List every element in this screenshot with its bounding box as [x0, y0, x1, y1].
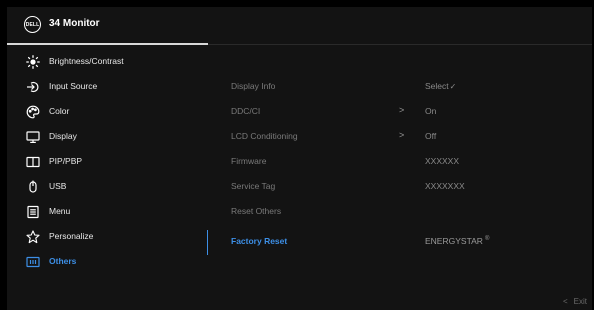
- nav-label: Color: [49, 106, 70, 116]
- color-icon: [26, 105, 40, 119]
- setting-label: Firmware: [231, 156, 267, 166]
- chevron-left-icon: <: [562, 297, 568, 306]
- setting-value: Off: [425, 131, 437, 141]
- setting-label: DDC/CI: [231, 106, 261, 116]
- brightness-icon: [26, 55, 40, 69]
- setting-row-service-tag[interactable]: Service Tag XXXXXXX: [231, 175, 591, 200]
- nav-item-personalize[interactable]: Personalize: [7, 225, 208, 250]
- setting-value: ENERGYSTAR ®: [425, 236, 490, 246]
- chevron-right-icon: >: [399, 105, 405, 115]
- nav-label: Menu: [49, 206, 71, 216]
- exit-button[interactable]: < Exit: [563, 297, 587, 306]
- setting-label: Display Info: [231, 81, 276, 91]
- setting-row-factory-reset[interactable]: Factory Reset ENERGYSTAR ®: [231, 230, 591, 255]
- checkmark-icon: ✓: [449, 82, 457, 91]
- setting-value: Select✓: [425, 81, 457, 91]
- nav-label: Display: [49, 131, 77, 141]
- nav-item-brightness-contrast[interactable]: Brightness/Contrast: [7, 50, 208, 75]
- input-source-icon: [26, 80, 40, 94]
- osd-menu: DELL 34 Monitor Brightness/Contrast Inpu…: [7, 7, 592, 310]
- nav-item-usb[interactable]: USB: [7, 175, 208, 200]
- chevron-right-icon: >: [399, 130, 405, 140]
- exit-label: Exit: [573, 297, 587, 306]
- registered-mark: ®: [484, 236, 490, 243]
- star-icon: [26, 230, 40, 244]
- setting-row-firmware[interactable]: Firmware XXXXXX: [231, 150, 591, 175]
- nav-label: PIP/PBP: [49, 156, 83, 166]
- setting-label: LCD Conditioning: [231, 131, 298, 141]
- display-icon: [26, 130, 40, 144]
- setting-value: On: [425, 106, 437, 116]
- page-title: 34 Monitor: [49, 18, 100, 29]
- setting-label: Service Tag: [231, 181, 276, 191]
- nav-item-others[interactable]: Others: [7, 250, 208, 275]
- setting-label: Factory Reset: [231, 236, 288, 246]
- menu-icon: [26, 205, 40, 219]
- setting-value: XXXXXX: [425, 156, 460, 166]
- pip-pbp-icon: [26, 155, 40, 169]
- nav-item-menu[interactable]: Menu: [7, 200, 208, 225]
- nav-item-input-source[interactable]: Input Source: [7, 75, 208, 100]
- others-icon: [26, 255, 40, 269]
- dell-logo: DELL: [24, 16, 41, 33]
- nav-item-pip-pbp[interactable]: PIP/PBP: [7, 150, 208, 175]
- nav-label: Personalize: [49, 231, 94, 241]
- setting-value: XXXXXXX: [425, 181, 465, 191]
- setting-row-lcd-conditioning[interactable]: LCD Conditioning > Off: [231, 125, 591, 150]
- usb-icon: [26, 180, 40, 194]
- nav-item-display[interactable]: Display: [7, 125, 208, 150]
- selection-indicator: [207, 230, 208, 255]
- setting-row-ddc-ci[interactable]: DDC/CI > On: [231, 100, 591, 125]
- nav-label: Others: [49, 256, 77, 266]
- header-divider-highlight: [7, 43, 208, 45]
- setting-row-display-info[interactable]: Display Info Select✓: [231, 75, 591, 100]
- nav-label: Input Source: [49, 81, 98, 91]
- nav-label: Brightness/Contrast: [49, 56, 124, 66]
- nav-label: USB: [49, 181, 67, 191]
- monitor-screen: DELL 34 Monitor Brightness/Contrast Inpu…: [0, 0, 594, 310]
- nav-item-color[interactable]: Color: [7, 100, 208, 125]
- osd-header: DELL 34 Monitor: [7, 7, 592, 41]
- setting-label: Reset Others: [231, 206, 282, 216]
- setting-row-reset-others[interactable]: Reset Others: [231, 200, 591, 225]
